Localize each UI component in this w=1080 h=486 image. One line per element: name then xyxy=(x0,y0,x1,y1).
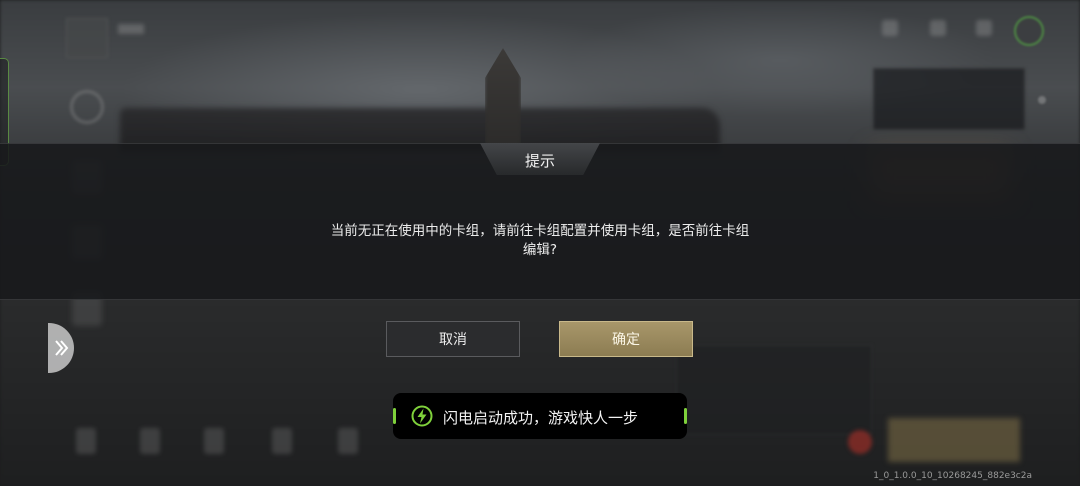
bottom-menu-icon xyxy=(272,428,292,454)
lightning-icon xyxy=(411,405,433,427)
logo-caption-blurred xyxy=(118,24,144,34)
game-logo-icon xyxy=(66,18,108,58)
event-banner-card xyxy=(873,68,1025,130)
player-avatar xyxy=(1014,16,1044,46)
toast-accent-right xyxy=(684,408,687,424)
toast-accent-left xyxy=(393,408,396,424)
dialog-message: 当前无正在使用中的卡组，请前往卡组配置并使用卡组，是否前往卡组 编辑? xyxy=(300,222,780,260)
version-label: 1_0_1.0.0_10_10268245_882e3c2a xyxy=(873,471,1032,481)
bottom-menu-icon xyxy=(140,428,160,454)
confirm-button[interactable]: 确定 xyxy=(559,321,693,357)
dialog-message-line-2: 编辑? xyxy=(522,242,558,258)
dialog-message-line-1: 当前无正在使用中的卡组，请前往卡组配置并使用卡组，是否前往卡组 xyxy=(330,223,750,239)
double-chevron-right-icon xyxy=(55,340,69,356)
toast-message: 闪电启动成功，游戏快人一步 xyxy=(443,409,639,427)
top-bar-icon xyxy=(976,20,992,36)
bottom-menu-icon xyxy=(338,428,358,454)
cancel-button[interactable]: 取消 xyxy=(386,321,520,357)
boost-toast: 闪电启动成功，游戏快人一步 xyxy=(393,393,687,439)
top-bar-icon xyxy=(882,20,898,36)
start-battle-button-blurred xyxy=(888,418,1020,462)
bottom-menu-icon xyxy=(204,428,224,454)
dialog-title: 提示 xyxy=(524,152,555,170)
info-panel-blurred xyxy=(676,345,872,435)
banner-pager-dot xyxy=(1038,96,1046,104)
settings-icon xyxy=(70,90,104,124)
notification-badge xyxy=(848,430,872,454)
bottom-menu-icon xyxy=(76,428,96,454)
top-bar-icon xyxy=(930,20,946,36)
